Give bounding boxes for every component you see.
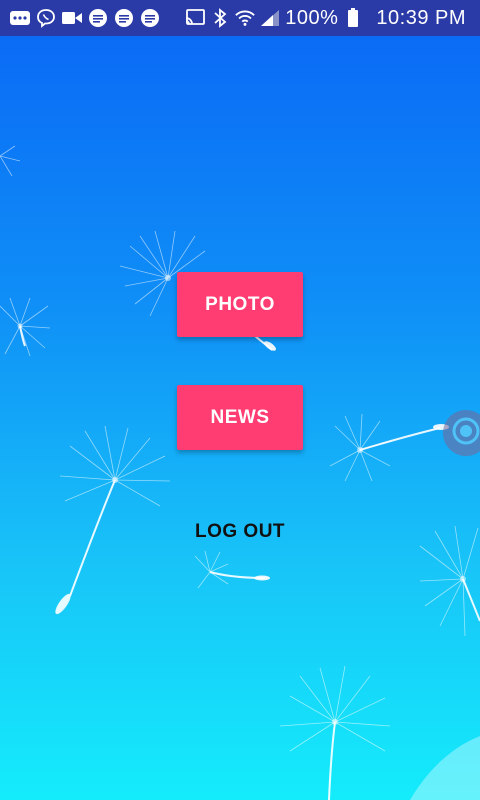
clock: 10:39 PM — [376, 6, 466, 29]
message-icon — [114, 8, 134, 28]
system-icons: 100% 10:39 PM — [185, 7, 480, 30]
battery-percent: 100% — [285, 6, 339, 29]
video-icon — [62, 8, 82, 28]
news-button[interactable]: NEWS — [177, 385, 303, 450]
battery-icon — [343, 8, 363, 28]
more-icon — [10, 8, 30, 28]
logout-button[interactable]: LOG OUT — [160, 515, 320, 549]
status-bar: 100% 10:39 PM — [0, 0, 480, 36]
message-icon — [140, 8, 160, 28]
photo-button[interactable]: PHOTO — [177, 272, 303, 337]
signal-icon — [260, 8, 280, 28]
notification-icons — [0, 8, 160, 28]
wifi-icon — [235, 8, 255, 28]
target-icon — [451, 416, 480, 451]
cast-icon — [185, 8, 206, 28]
viber-icon — [36, 8, 56, 28]
message-icon — [88, 8, 108, 28]
bluetooth-icon — [210, 8, 230, 28]
